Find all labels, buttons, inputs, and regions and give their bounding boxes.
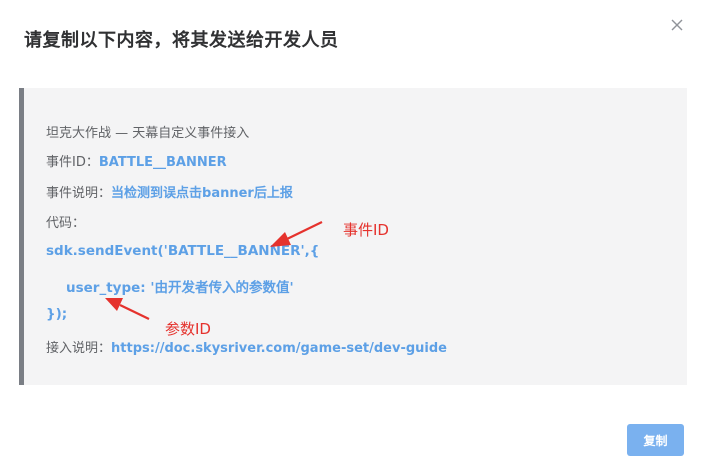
event-id-value: BATTLE__BANNER [98,155,227,170]
event-id-label: 事件ID： [46,155,99,170]
dialog-title: 请复制以下内容，将其发送给开发人员 [24,30,339,51]
close-button[interactable] [668,16,686,34]
code-label: 代码： [46,216,86,231]
annotation-param-id: 参数ID [165,320,211,338]
doc-line: 接入说明：https://doc.skysriver.com/game-set/… [46,337,447,356]
dialog: 请复制以下内容，将其发送给开发人员 坦克大作战 — 天幕自定义事件接入 事件ID… [0,0,708,475]
code-line-2: user_type: '由开发者传入的参数值' [66,280,294,296]
event-desc-line: 事件说明：当检测到误点击banner后上报 [46,182,293,201]
copy-button[interactable]: 复制 [627,424,684,456]
code-line-3: }); [46,306,68,322]
close-icon [671,19,683,31]
code-line-1: sdk.sendEvent('BATTLE__BANNER',{ [46,243,320,259]
heading-line: 坦克大作战 — 天幕自定义事件接入 [46,126,250,141]
event-id-line: 事件ID：BATTLE__BANNER [46,151,227,170]
annotation-event-id: 事件ID [343,221,389,239]
doc-url[interactable]: https://doc.skysriver.com/game-set/dev-g… [111,341,447,356]
event-desc-label: 事件说明： [46,186,112,201]
doc-label: 接入说明： [46,341,112,356]
event-desc-value: 当检测到误点击banner后上报 [111,186,293,201]
